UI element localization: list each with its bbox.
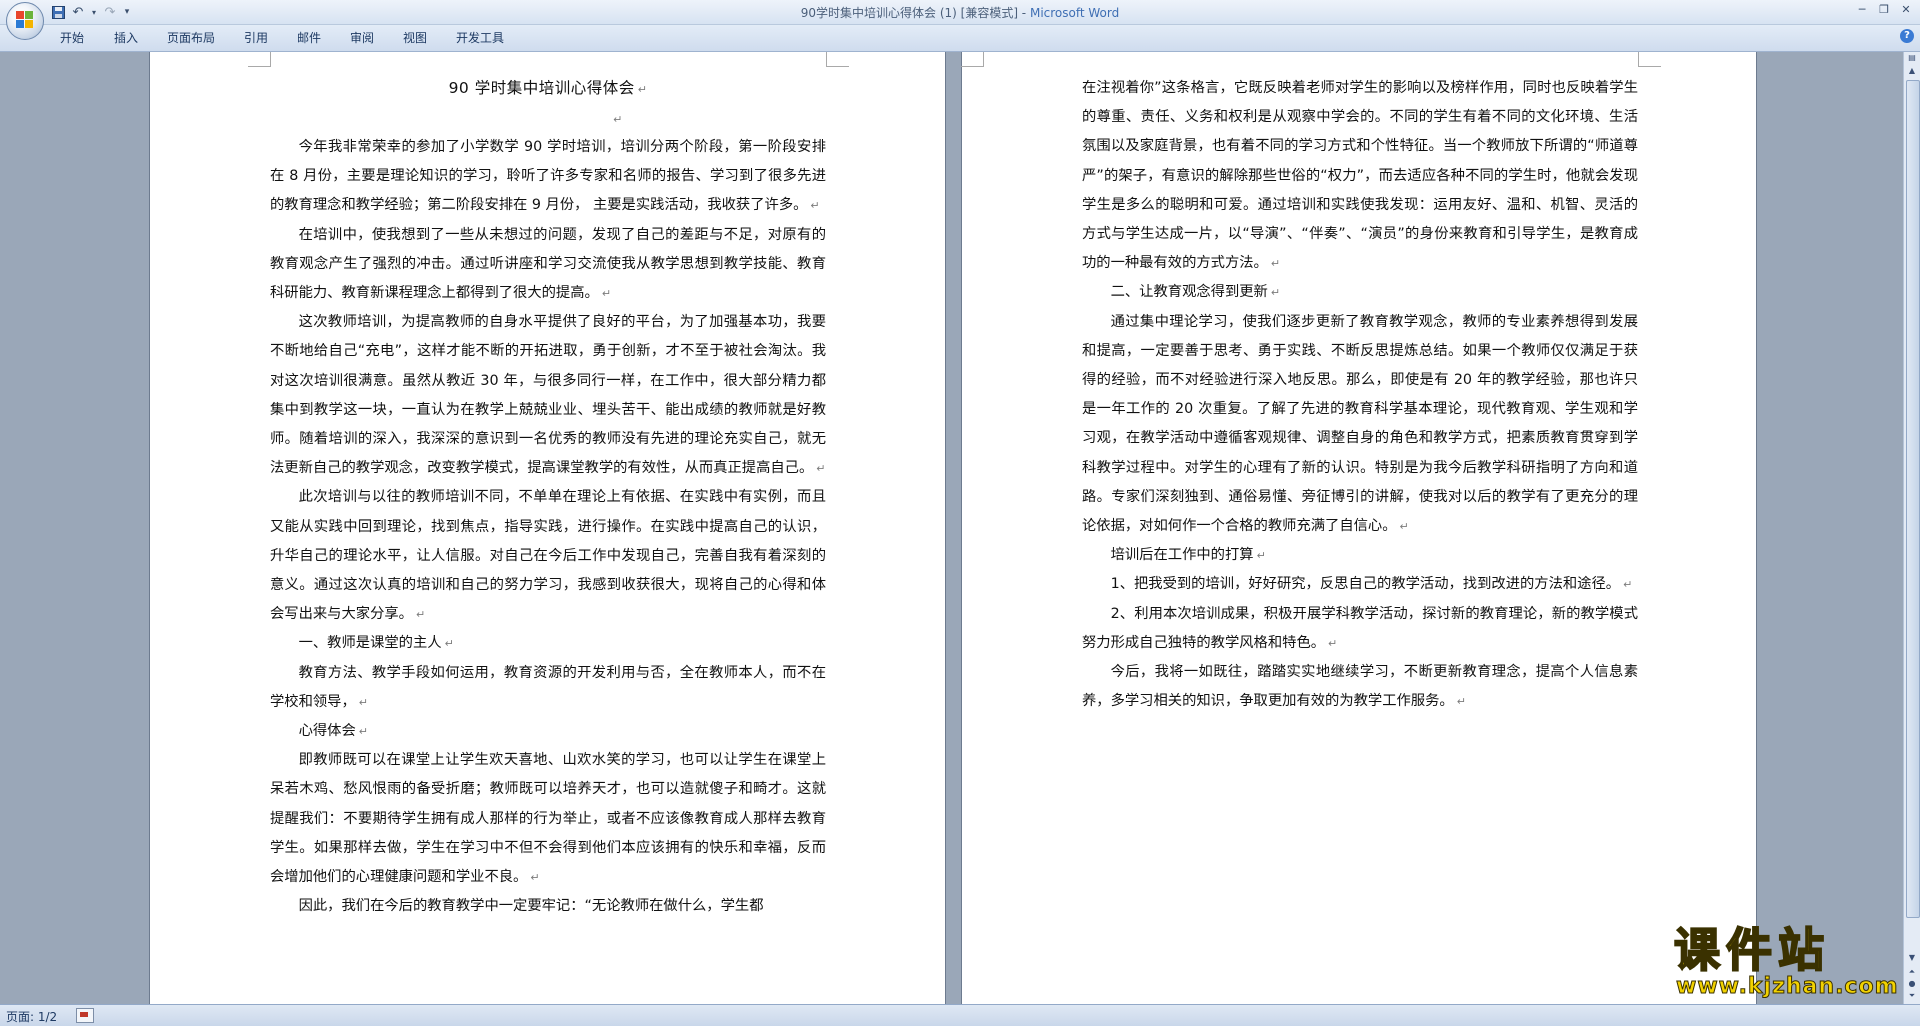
tab-insert[interactable]: 插入 [114, 29, 138, 46]
ribbon-tab-bar: 开始 插入 页面布局 引用 邮件 审阅 视图 开发工具 ? [0, 25, 1920, 52]
paragraph: 即教师既可以在课堂上让学生欢天喜地、山欢水笑的学习，也可以让学生在课堂上呆若木鸡… [270, 746, 826, 892]
status-bar: 页面: 1/2 [0, 1004, 1920, 1026]
crop-mark-top-right [1638, 52, 1661, 67]
tab-page-layout[interactable]: 页面布局 [167, 29, 215, 46]
paragraph-mark-icon: ↵ [358, 695, 368, 709]
save-icon[interactable] [50, 4, 66, 20]
paragraph-mark-icon: ↵ [1456, 695, 1466, 709]
page-1-paragraphs: 今年我非常荣幸的参加了小学数学 90 学时培训，培训分两个阶段，第一阶段安排在 … [270, 133, 826, 921]
watermark-logo: 课件站 www.kjzhan.com [1668, 923, 1900, 1004]
paragraph-text: 培训后在工作中的打算 [1110, 547, 1254, 564]
paragraph-text: 一、教师是课堂的主人 [298, 635, 442, 652]
undo-dropdown-icon[interactable]: ▾ [90, 4, 98, 20]
paragraph: 2、利用本次培训成果，积极开展学科教学活动，探讨新的教育理论，新的教学模式努力形… [1082, 600, 1638, 658]
paragraph: 一、教师是课堂的主人 ↵ [270, 629, 826, 658]
previous-page-icon[interactable]: ⏶ [1906, 966, 1918, 978]
paragraph-mark-icon: ↵ [1256, 549, 1266, 563]
office-logo-icon [16, 11, 34, 29]
undo-icon[interactable]: ↶ [70, 4, 86, 20]
paragraph-text: 今年我非常荣幸的参加了小学数学 90 学时培训，培训分两个阶段，第一阶段安排在 … [270, 139, 826, 214]
tab-home[interactable]: 开始 [60, 29, 84, 46]
title-bar: ↶ ▾ ↷ ▾ 90学时集中培训心得体会 (1) [兼容模式] - Micros… [0, 0, 1920, 40]
paragraph-mark-icon: ↵ [358, 725, 368, 739]
paragraph-mark-icon: ↵ [816, 462, 826, 476]
paragraph-text: 今后，我将一如既往，踏踏实实地继续学习，不断更新教育理念，提高个人信息素养，多学… [1082, 664, 1638, 710]
scrollbar-thumb[interactable] [1906, 80, 1920, 918]
paragraph-text: 二、让教育观念得到更新 [1110, 284, 1268, 301]
document-title: 90 学时集中培训心得体会 ↵ [448, 79, 648, 97]
scroll-up-icon[interactable]: ▲ [1906, 65, 1918, 77]
paragraph-text: 心得体会 [298, 723, 356, 740]
paragraph: 二、让教育观念得到更新 ↵ [1082, 278, 1638, 307]
tab-mailings[interactable]: 邮件 [297, 29, 321, 46]
page-2-text[interactable]: 在注视着你”这条格言，它既反映着老师对学生的影响以及榜样作用，同时也反映着学生的… [1082, 74, 1638, 716]
help-icon[interactable]: ? [1900, 29, 1914, 43]
crop-mark-top-left [248, 52, 271, 67]
paragraph-mark-icon: ↵ [1623, 578, 1633, 592]
paragraph-text: 2、利用本次培训成果，积极开展学科教学活动，探讨新的教育理论，新的教学模式努力形… [1082, 605, 1638, 651]
minimize-button[interactable]: ─ [1852, 2, 1872, 18]
paragraph-text: 在注视着你”这条格言，它既反映着老师对学生的影响以及榜样作用，同时也反映着学生的… [1082, 80, 1638, 272]
paragraph: 通过集中理论学习，使我们逐步更新了教育教学观念，教师的专业素养想得到发展和提高，… [1082, 308, 1638, 542]
paragraph-text: 1、把我受到的培训，好好研究，反思自己的教学活动，找到改进的方法和途径。 [1110, 576, 1621, 593]
tab-developer[interactable]: 开发工具 [456, 29, 504, 46]
vertical-scrollbar[interactable]: ▤ ▲ ▼ ⏶ ● ⏷ [1903, 52, 1920, 1004]
paragraph-text: 此次培训与以往的教师培训不同，不单单在理论上有依据、在实践中有实例，而且又能从实… [270, 489, 826, 623]
paragraph-text: 在培训中，使我想到了一些从未想过的问题，发现了自己的差距与不足，对原有的教育观念… [270, 226, 826, 302]
watermark-title: 课件站 [1673, 923, 1830, 977]
paragraph: 1、把我受到的培训，好好研究，反思自己的教学活动，找到改进的方法和途径。 ↵ [1082, 570, 1638, 599]
paragraph-mark-icon: ↵ [530, 871, 540, 885]
page-1[interactable]: 90 学时集中培训心得体会 ↵ ↵ 今年我非常荣幸的参加了小学数学 90 学时培训… [150, 52, 945, 1004]
tab-references[interactable]: 引用 [244, 29, 268, 46]
crop-mark-top-left [961, 52, 984, 67]
scroll-down-icon[interactable]: ▼ [1906, 952, 1918, 964]
restore-button[interactable]: ❐ [1874, 2, 1894, 18]
paragraph: 今后，我将一如既往，踏踏实实地继续学习，不断更新教育理念，提高个人信息素养，多学… [1082, 658, 1638, 716]
window-title: 90学时集中培训心得体会 (1) [兼容模式] - Microsoft Word [0, 4, 1920, 21]
paragraph-mark-icon: ↵ [1270, 257, 1281, 271]
tab-review[interactable]: 审阅 [350, 29, 374, 46]
paragraph-mark-icon: ↵ [415, 608, 426, 622]
customize-qat-icon[interactable]: ▾ [122, 4, 132, 20]
paragraph-text: 即教师既可以在课堂上让学生欢天喜地、山欢水笑的学习，也可以让学生在课堂上呆若木鸡… [270, 752, 826, 886]
paragraph: 此次培训与以往的教师培训不同，不单单在理论上有依据、在实践中有实例，而且又能从实… [270, 483, 826, 629]
paragraph: 培训后在工作中的打算 ↵ [1082, 541, 1638, 570]
page-1-text[interactable]: 90 学时集中培训心得体会 ↵ ↵ 今年我非常荣幸的参加了小学数学 90 学时培训… [270, 74, 826, 921]
paragraph-text: 通过集中理论学习，使我们逐步更新了教育教学观念，教师的专业素养想得到发展和提高，… [1082, 313, 1638, 535]
paragraph-mark-icon: ↵ [1328, 636, 1338, 650]
ruler-toggle-icon[interactable]: ▤ [1906, 52, 1918, 64]
macro-recording-icon[interactable] [76, 1008, 94, 1023]
paragraph-mark-icon: ↵ [810, 199, 820, 213]
empty-paragraph: ↵ [613, 113, 623, 126]
document-area[interactable]: 90 学时集中培训心得体会 ↵ ↵ 今年我非常荣幸的参加了小学数学 90 学时培训… [0, 52, 1902, 1004]
paragraph-text: 教育方法、教学手段如何运用，教育资源的开发利用与否，全在教师本人，而不在学校和领… [270, 664, 826, 710]
paragraph-mark-icon: ↵ [444, 637, 454, 651]
next-page-icon[interactable]: ⏷ [1906, 990, 1918, 1002]
watermark-url: www.kjzhan.com [1676, 974, 1899, 1000]
tab-view[interactable]: 视图 [403, 29, 427, 46]
page-indicator[interactable]: 页面: 1/2 [6, 1008, 57, 1025]
paragraph: 今年我非常荣幸的参加了小学数学 90 学时培训，培训分两个阶段，第一阶段安排在 … [270, 133, 826, 221]
page-2-paragraphs: 在注视着你”这条格言，它既反映着老师对学生的影响以及榜样作用，同时也反映着学生的… [1082, 74, 1638, 716]
paragraph: 在注视着你”这条格言，它既反映着老师对学生的影响以及榜样作用，同时也反映着学生的… [1082, 74, 1638, 278]
paragraph-text: 这次教师培训，为提高教师的自身水平提供了良好的平台，为了加强基本功，我要不断地给… [270, 314, 826, 477]
office-button[interactable] [6, 2, 44, 40]
close-button[interactable]: ✕ [1896, 2, 1916, 18]
quick-access-toolbar: ↶ ▾ ↷ ▾ [50, 3, 132, 21]
page-2[interactable]: 在注视着你”这条格言，它既反映着老师对学生的影响以及榜样作用，同时也反映着学生的… [961, 52, 1756, 1004]
paragraph-mark-icon: ↵ [1270, 286, 1281, 300]
crop-mark-top-right [826, 52, 849, 67]
document-name: 90学时集中培训心得体会 (1) [兼容模式] - [800, 6, 1030, 20]
paragraph: 因此，我们在今后的教育教学中一定要牢记：“无论教师在做什么，学生都 [270, 892, 826, 921]
paragraph: 心得体会 ↵ [270, 717, 826, 746]
paragraph-text: 因此，我们在今后的教育教学中一定要牢记：“无论教师在做什么，学生都 [298, 898, 764, 915]
paragraph: 这次教师培训，为提高教师的自身水平提供了良好的平台，为了加强基本功，我要不断地给… [270, 308, 826, 483]
paragraph: 在培训中，使我想到了一些从未想过的问题，发现了自己的差距与不足，对原有的教育观念… [270, 221, 826, 309]
paragraph-mark-icon: ↵ [1399, 520, 1409, 534]
app-name: Microsoft Word [1029, 6, 1120, 20]
select-browse-object-icon[interactable]: ● [1906, 978, 1918, 990]
redo-icon[interactable]: ↷ [102, 4, 118, 20]
paragraph: 教育方法、教学手段如何运用，教育资源的开发利用与否，全在教师本人，而不在学校和领… [270, 659, 826, 717]
paragraph-mark-icon: ↵ [601, 287, 612, 301]
